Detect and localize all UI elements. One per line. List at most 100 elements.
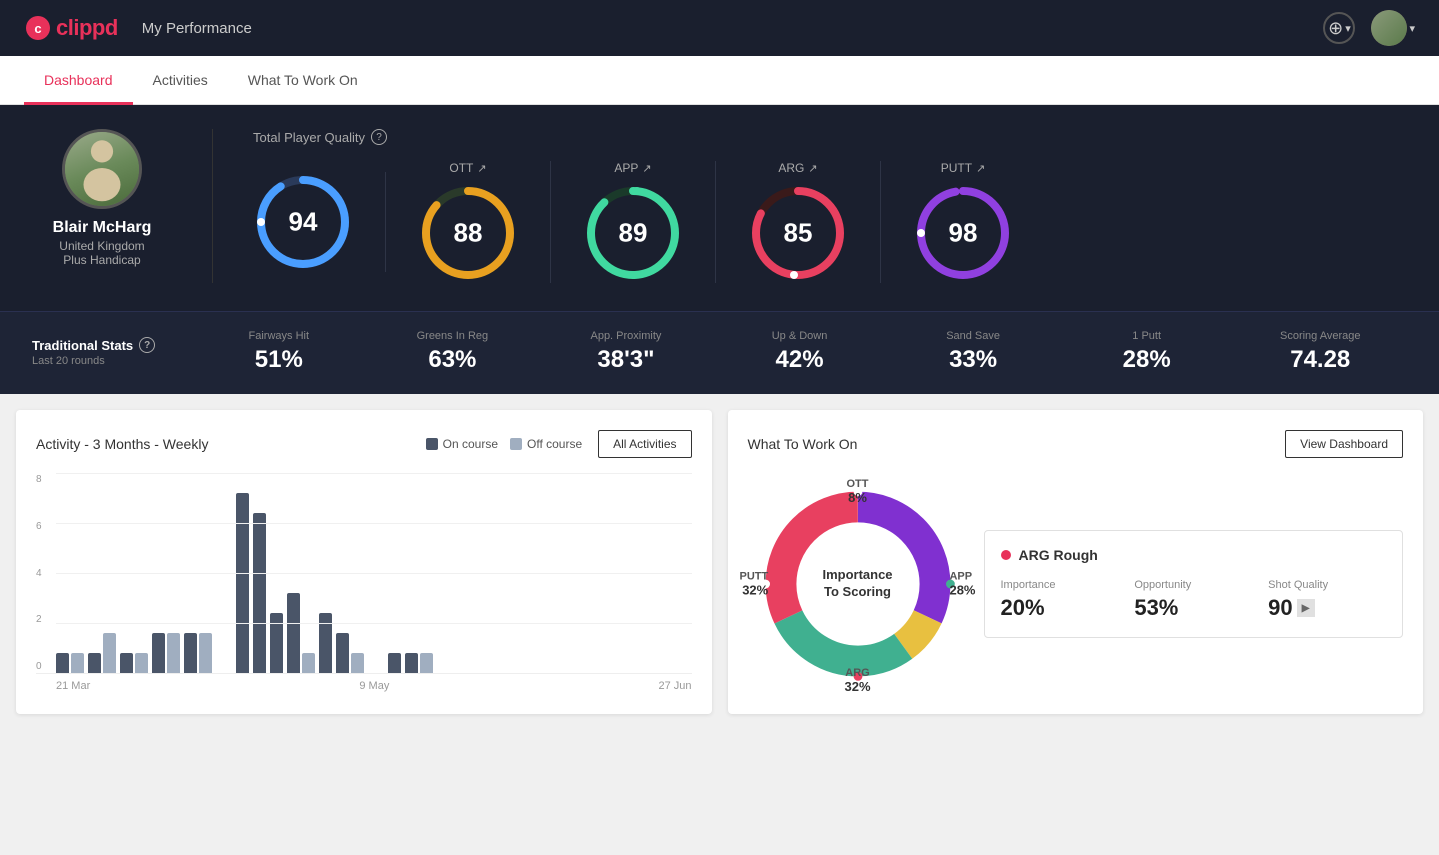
x-label-may: 9 May bbox=[359, 680, 389, 692]
tab-activities[interactable]: Activities bbox=[133, 56, 228, 105]
bar-light bbox=[135, 653, 148, 673]
bar-group-2 bbox=[88, 633, 116, 673]
donut-label-putt: PUTT 32% bbox=[740, 571, 769, 598]
logo[interactable]: c clippd bbox=[24, 14, 118, 42]
stat-value: 28% bbox=[1060, 346, 1234, 374]
bar-dark bbox=[253, 513, 266, 673]
gauges: 94 OTT ↗ 88 bbox=[253, 161, 1407, 283]
stat-label: Scoring Average bbox=[1233, 330, 1407, 342]
svg-text:c: c bbox=[34, 21, 41, 36]
trad-stats-title: Traditional Stats ? bbox=[32, 337, 192, 353]
y-label-8: 8 bbox=[36, 474, 42, 485]
stat-value: 63% bbox=[366, 346, 540, 374]
tab-dashboard[interactable]: Dashboard bbox=[24, 56, 133, 105]
gauge-total: 94 bbox=[253, 172, 386, 272]
trad-stats-subtitle: Last 20 rounds bbox=[32, 355, 192, 367]
user-menu[interactable]: ▾ bbox=[1371, 10, 1415, 46]
bar-dark bbox=[236, 493, 249, 673]
stat-label: App. Proximity bbox=[539, 330, 713, 342]
avatar-image bbox=[1371, 10, 1407, 46]
info-stat-value: 90 ▶ bbox=[1268, 595, 1386, 621]
quality-label: Total Player Quality ? bbox=[253, 129, 1407, 145]
player-country: United Kingdom bbox=[59, 239, 144, 253]
info-stat-label: Opportunity bbox=[1134, 579, 1252, 591]
gauge-circle-putt: 98 bbox=[913, 183, 1013, 283]
info-stat-opportunity: Opportunity 53% bbox=[1134, 579, 1252, 621]
gauge-arg: ARG ↗ 85 bbox=[716, 161, 881, 283]
legend-dot-off-course bbox=[510, 438, 522, 450]
stat-scoring-avg: Scoring Average 74.28 bbox=[1233, 330, 1407, 374]
arrow-icon-arg: ↗ bbox=[808, 162, 817, 175]
gauge-value-app: 89 bbox=[619, 218, 648, 249]
divider bbox=[212, 129, 213, 283]
info-card-title: ARG Rough bbox=[1001, 547, 1387, 563]
bar-dark bbox=[319, 613, 332, 673]
stat-label: Fairways Hit bbox=[192, 330, 366, 342]
gauge-label-arg: ARG ↗ bbox=[778, 161, 817, 175]
bar-group-4 bbox=[152, 633, 180, 673]
chevron-icon: ▾ bbox=[1345, 22, 1351, 35]
trad-help-icon[interactable]: ? bbox=[139, 337, 155, 353]
x-label-mar: 21 Mar bbox=[56, 680, 90, 692]
stat-up-down: Up & Down 42% bbox=[713, 330, 887, 374]
workon-info-area: ARG Rough Importance 20% Opportunity 53%… bbox=[984, 530, 1404, 638]
bottom-section: Activity - 3 Months - Weekly On course O… bbox=[0, 394, 1439, 730]
gauge-value-ott: 88 bbox=[454, 218, 483, 249]
plus-icon: ⊕ bbox=[1328, 18, 1343, 39]
avatar bbox=[1371, 10, 1407, 46]
donut-label-app: APP 28% bbox=[949, 571, 975, 598]
bar-light bbox=[71, 653, 84, 673]
tabs-bar: Dashboard Activities What To Work On bbox=[0, 56, 1439, 105]
bar-light bbox=[103, 633, 116, 673]
bar-dark bbox=[336, 633, 349, 673]
bar-group-10 bbox=[319, 613, 332, 673]
view-dashboard-button[interactable]: View Dashboard bbox=[1285, 430, 1403, 458]
y-label-2: 2 bbox=[36, 614, 42, 625]
add-button[interactable]: ⊕ ▾ bbox=[1323, 12, 1355, 44]
bar-dark bbox=[56, 653, 69, 673]
activity-card: Activity - 3 Months - Weekly On course O… bbox=[16, 410, 712, 714]
quality-section: Total Player Quality ? 94 bbox=[253, 129, 1407, 283]
info-stats: Importance 20% Opportunity 53% Shot Qual… bbox=[1001, 579, 1387, 621]
tab-what-to-work-on[interactable]: What To Work On bbox=[228, 56, 378, 105]
bar-light bbox=[167, 633, 180, 673]
chart-legend: On course Off course bbox=[426, 437, 583, 451]
bar-dark bbox=[152, 633, 165, 673]
pink-dot-icon bbox=[1001, 550, 1011, 560]
bar-chart: 0 2 4 6 8 bbox=[36, 474, 692, 694]
arrow-icon-putt: ↗ bbox=[976, 162, 985, 175]
y-label-6: 6 bbox=[36, 521, 42, 532]
bar-light bbox=[199, 633, 212, 673]
bar-group-5 bbox=[184, 633, 212, 673]
hero-section: Blair McHarg United Kingdom Plus Handica… bbox=[0, 105, 1439, 311]
player-avatar bbox=[62, 129, 142, 209]
gauge-value-total: 94 bbox=[289, 207, 318, 238]
bar-light bbox=[302, 653, 315, 673]
bar-light bbox=[351, 653, 364, 673]
stat-label: Up & Down bbox=[713, 330, 887, 342]
bar-dark bbox=[88, 653, 101, 673]
all-activities-button[interactable]: All Activities bbox=[598, 430, 691, 458]
stat-value: 74.28 bbox=[1233, 346, 1407, 374]
trad-stats-label: Traditional Stats ? Last 20 rounds bbox=[32, 337, 192, 367]
x-label-jun: 27 Jun bbox=[658, 680, 691, 692]
chart-bars: 0 2 4 6 8 bbox=[36, 474, 692, 674]
gauge-putt: PUTT ↗ 98 bbox=[881, 161, 1045, 283]
bar-dark bbox=[184, 633, 197, 673]
y-label-0: 0 bbox=[36, 661, 42, 672]
stat-value: 38'3" bbox=[539, 346, 713, 374]
gauge-label-putt: PUTT ↗ bbox=[941, 161, 986, 175]
bar-group-8 bbox=[270, 613, 283, 673]
stat-value: 51% bbox=[192, 346, 366, 374]
stat-app-proximity: App. Proximity 38'3" bbox=[539, 330, 713, 374]
donut-chart: ImportanceTo Scoring OTT 8% APP 28% ARG … bbox=[748, 474, 968, 694]
info-stat-value: 53% bbox=[1134, 595, 1252, 621]
bar-group-11 bbox=[336, 633, 364, 673]
bar-group-6 bbox=[236, 493, 249, 673]
gauge-circle-ott: 88 bbox=[418, 183, 518, 283]
help-icon[interactable]: ? bbox=[371, 129, 387, 145]
donut-label-ott: OTT 8% bbox=[847, 478, 869, 505]
info-stat-label: Importance bbox=[1001, 579, 1119, 591]
gauge-ott: OTT ↗ 88 bbox=[386, 161, 551, 283]
activity-card-header: Activity - 3 Months - Weekly On course O… bbox=[36, 430, 692, 458]
